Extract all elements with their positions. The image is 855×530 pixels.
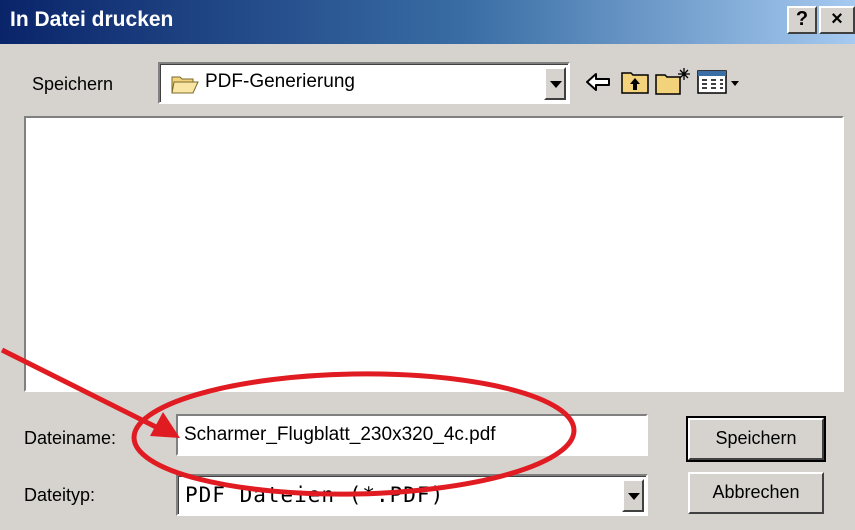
file-type-dropdown-frame: PDF Dateien (*.PDF) [178, 476, 646, 514]
help-button[interactable]: ? [787, 6, 817, 34]
file-name-input[interactable]: Scharmer_Flugblatt_230x320_4c.pdf [176, 414, 648, 456]
title-bar: In Datei drucken ? × [0, 0, 855, 44]
cancel-button[interactable]: Abbrechen [688, 472, 824, 514]
save-in-label: Speichern [32, 74, 114, 94]
window-title: In Datei drucken [10, 8, 174, 31]
chevron-down-icon[interactable] [544, 67, 566, 100]
close-button[interactable]: × [819, 6, 855, 34]
folder-icon [171, 76, 199, 94]
view-menu-icon[interactable] [696, 66, 742, 98]
up-folder-icon[interactable] [620, 66, 650, 98]
new-folder-icon[interactable] [654, 66, 692, 98]
file-type-label: Dateityp: [24, 485, 96, 505]
save-in-dropdown[interactable]: PDF-Generierung [158, 62, 570, 104]
save-button[interactable]: Speichern [686, 416, 826, 462]
file-type-value: PDF Dateien (*.PDF) [185, 483, 445, 507]
print-to-file-dialog: In Datei drucken ? × Speichern PDF-Gener… [0, 0, 855, 530]
save-in-dropdown-frame: PDF-Generierung [160, 64, 568, 102]
file-name-label: Dateiname: [24, 428, 117, 448]
chevron-down-icon[interactable] [622, 479, 644, 512]
back-arrow-icon[interactable] [584, 66, 612, 98]
save-in-value: PDF-Generierung [205, 71, 355, 92]
file-type-dropdown[interactable]: PDF Dateien (*.PDF) [176, 474, 648, 516]
file-list[interactable] [24, 116, 844, 392]
